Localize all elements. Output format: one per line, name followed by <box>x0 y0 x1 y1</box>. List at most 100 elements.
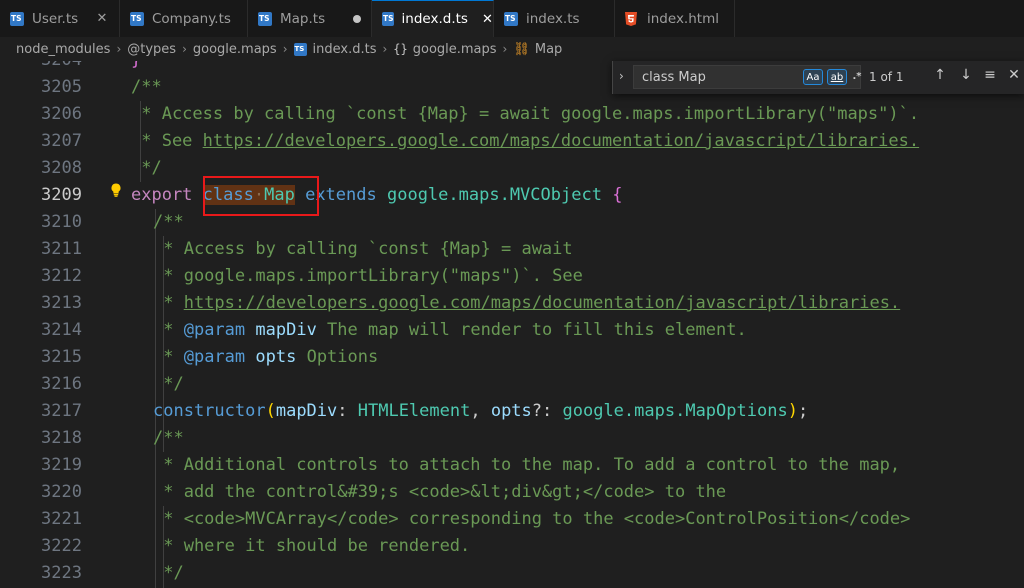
ts-file-icon: TS <box>258 11 272 26</box>
tab-map-ts[interactable]: TS Map.ts <box>248 0 372 37</box>
code-line: constructor(mapDiv: HTMLElement, opts?: … <box>153 401 809 421</box>
class-icon: ⛓ <box>513 41 530 57</box>
code-token: * google.maps.importLibrary("maps")`. Se… <box>153 266 583 286</box>
chevron-right-icon: › <box>282 42 288 56</box>
namespace-icon: {} <box>393 42 408 56</box>
code-token: { <box>612 185 623 205</box>
chevron-right-icon: › <box>182 42 187 56</box>
ts-file-icon: TS <box>382 12 394 26</box>
code-line: * Access by calling `const {Map} = await… <box>131 101 919 128</box>
chevron-right-icon: › <box>382 42 388 56</box>
close-icon[interactable]: ✕ <box>95 11 109 26</box>
ts-file-icon: TS <box>293 42 307 56</box>
code-line: * @param mapDiv The map will render to f… <box>153 317 747 344</box>
tab-index-ts[interactable]: TS index.ts <box>494 0 615 37</box>
breadcrumb: node_modules › @types › google.maps › TS… <box>0 37 1024 61</box>
code-token: MapOptions <box>685 401 788 421</box>
breadcrumb-namespace[interactable]: {} google.maps <box>393 42 496 57</box>
breadcrumb-class[interactable]: ⛓ Map <box>513 42 562 57</box>
code-line: */ <box>153 371 184 398</box>
tab-label: Map.ts <box>280 10 326 27</box>
code-editor[interactable]: 3204 3205 3206 3207 3208 3209 3210 3211 … <box>0 61 1024 588</box>
tab-label: index.ts <box>526 10 580 27</box>
code-line: /** <box>153 425 184 452</box>
chevron-right-icon: › <box>502 42 508 56</box>
code-token: */ <box>153 374 184 394</box>
code-token: * <code>MVCArray</code> corresponding to… <box>153 509 911 529</box>
tab-bar: TS User.ts ✕ TS Company.ts TS Map.ts TS … <box>0 0 1024 37</box>
breadcrumb-file[interactable]: TS index.d.ts <box>293 42 376 57</box>
code-token: * Access by calling `const {Map} = await… <box>131 104 920 124</box>
html-file-icon <box>625 11 639 26</box>
code-line: /** <box>153 209 184 236</box>
code-token: @param <box>183 320 246 340</box>
unsaved-dot-icon[interactable] <box>353 14 361 23</box>
find-in-selection-icon[interactable]: ≡ <box>981 67 999 83</box>
tab-label: Company.ts <box>152 10 231 27</box>
code-token: /** <box>153 428 184 448</box>
code-token: * Additional controls to attach to the m… <box>153 455 901 475</box>
chevron-right-icon[interactable]: › <box>619 69 624 83</box>
regex-toggle[interactable]: .* <box>850 69 864 85</box>
tab-index-d-ts[interactable]: TS index.d.ts ✕ <box>372 0 494 37</box>
whole-word-toggle[interactable]: ab <box>827 69 847 85</box>
code-token: constructor <box>153 401 266 421</box>
find-input[interactable]: class Map Aa ab .* <box>633 65 864 89</box>
close-icon[interactable]: ✕ <box>1005 67 1023 83</box>
code-line: * @param opts Options <box>153 344 378 371</box>
code-line: } <box>131 61 141 74</box>
code-line: * google.maps.importLibrary("maps")`. Se… <box>153 263 583 290</box>
code-token: HTMLElement <box>357 401 471 421</box>
code-token: /** <box>131 77 162 97</box>
code-token: */ <box>153 563 184 583</box>
code-token: * See <box>131 131 203 151</box>
code-token: Options <box>296 347 379 367</box>
code-token: opts <box>490 401 532 421</box>
code-token: * <box>153 320 184 340</box>
code-line: * add the control&#39;s <code>&lt;div&gt… <box>153 479 726 506</box>
code-token: * add the control&#39;s <code>&lt;div&gt… <box>153 482 727 502</box>
ts-file-icon: TS <box>10 11 24 26</box>
code-line: */ <box>131 155 162 182</box>
arrow-up-icon[interactable]: ↑ <box>931 67 949 83</box>
close-icon[interactable]: ✕ <box>482 12 493 27</box>
code-link[interactable]: https://developers.google.com/maps/docum… <box>184 293 900 313</box>
tab-user-ts[interactable]: TS User.ts ✕ <box>0 0 120 37</box>
arrow-down-icon[interactable]: ↓ <box>957 67 975 83</box>
code-token: * <box>153 293 184 313</box>
code-line: * Access by calling `const {Map} = await <box>153 236 573 263</box>
tab-company-ts[interactable]: TS Company.ts <box>120 0 248 37</box>
code-token: */ <box>131 158 162 178</box>
ts-file-icon: TS <box>130 11 144 26</box>
code-line: /** <box>131 74 162 101</box>
code-link[interactable]: https://developers.google.com/maps/docum… <box>203 131 919 151</box>
breadcrumb-namespace-label: google.maps <box>412 41 497 57</box>
find-query: class Map <box>642 70 706 85</box>
tab-index-html[interactable]: index.html <box>615 0 735 37</box>
code-token: mapDiv <box>275 401 338 421</box>
code-token: * where it should be rendered. <box>153 536 471 556</box>
tab-label: User.ts <box>32 10 79 27</box>
code-line: */ <box>153 560 184 587</box>
code-line: * Additional controls to attach to the m… <box>153 452 900 479</box>
code-token: MVCObject <box>509 185 602 205</box>
tab-label: index.html <box>647 10 719 27</box>
breadcrumb-item[interactable]: google.maps <box>193 42 277 57</box>
code-token: mapDiv <box>255 320 317 340</box>
match-count: 1 of 1 <box>869 70 904 84</box>
code-token: google.maps. <box>562 401 686 421</box>
breadcrumb-class-label: Map <box>534 41 563 57</box>
code-line: * See https://developers.google.com/maps… <box>131 128 919 155</box>
code-token: @param <box>183 347 246 367</box>
code-token: * Access by calling `const {Map} = await <box>153 239 573 259</box>
match-case-toggle[interactable]: Aa <box>803 69 823 85</box>
highlight-annotation-box <box>203 176 319 216</box>
breadcrumb-item[interactable]: node_modules <box>16 42 110 57</box>
code-token: * <box>153 347 184 367</box>
breadcrumb-item[interactable]: @types <box>127 42 176 57</box>
code-token: The map will render to fill this element… <box>316 320 747 340</box>
code-lines: } /** * Access by calling `const {Map} =… <box>0 61 1024 588</box>
code-token: opts <box>255 347 297 367</box>
code-line: * https://developers.google.com/maps/doc… <box>153 290 900 317</box>
tab-label: index.d.ts <box>401 11 468 27</box>
